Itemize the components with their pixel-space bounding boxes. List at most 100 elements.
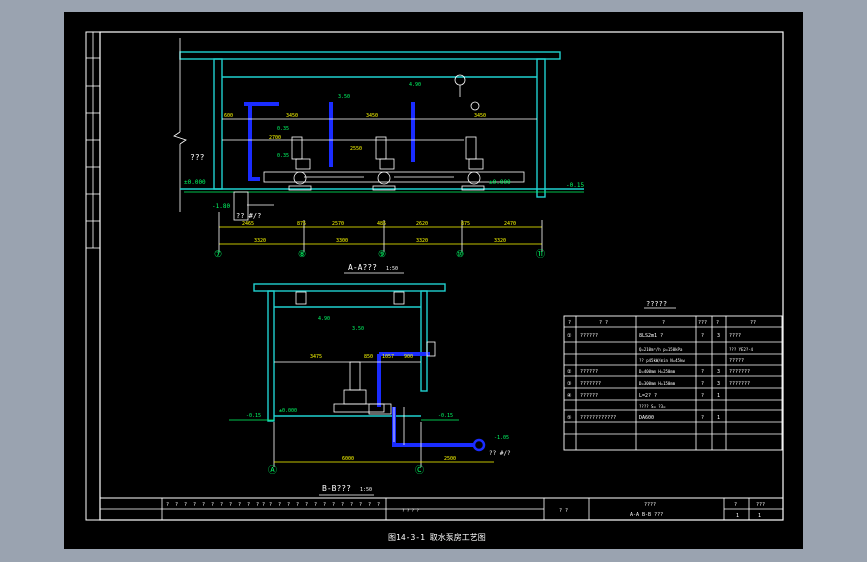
plan-axis-0: ⑦ [214, 250, 222, 260]
roof-slab [179, 51, 561, 60]
tb-cell-20: ? [350, 502, 353, 508]
tb-cell-3: ? [193, 502, 196, 508]
section-floor-elev: ±0.000 [279, 408, 297, 414]
plan-view [173, 38, 584, 274]
legend-row-1-note: ??? YE2?-4 [729, 347, 754, 352]
tb-cell-10: ? ? [256, 502, 265, 508]
plan-mid-dim-0: 2700 [269, 135, 281, 141]
section-bottom-dim-1: 2500 [444, 456, 456, 462]
tb-cell-16: ? [314, 502, 317, 508]
legend-row-7-spec: DA600 [639, 415, 654, 421]
section-left-elev: -0.15 [246, 413, 261, 419]
section-axis-1: Ⓒ [415, 465, 424, 476]
plan-mid-dim-1: 2550 [350, 146, 362, 152]
section-wall-left [267, 290, 275, 422]
tb-cell-2: ? [184, 502, 187, 508]
legend-row-3-note: ??????? [729, 369, 750, 375]
tb-sheet-b: 1 [736, 513, 739, 519]
plan-elev-label-0: 3.50 [338, 94, 350, 100]
legend-header-3: ??? [698, 320, 707, 326]
tb-cell-14: ? [296, 502, 299, 508]
legend-row-0-qty: 3 [717, 333, 720, 339]
tb-sheet-d-e: 1 [758, 513, 761, 519]
section-wall-right [420, 290, 428, 392]
break-symbol [173, 131, 187, 145]
plan-title: A-A??? [348, 263, 377, 272]
legend-row-4-unit: ? [701, 381, 704, 387]
legend-row-5-name: ?????? [580, 393, 598, 399]
legend-row-2-note: ????? [729, 358, 744, 364]
plan-bottom-dim1-1: 875 [297, 221, 306, 227]
plan-elev-label-2: 0.35 [277, 126, 289, 132]
plan-bottom-dim2-1: 3300 [336, 238, 348, 244]
plan-axis-1: ⑧ [298, 250, 306, 260]
tb-cell-15: ? [305, 502, 308, 508]
section-dim-1: 850 [364, 354, 373, 360]
legend-row-4-name: ??????? [580, 381, 601, 387]
legend-row-4-spec: D=300mm H=150mm [639, 381, 676, 386]
pipe-1 [248, 102, 260, 181]
plan-bottom-dim2-3: 3320 [494, 238, 506, 244]
tb-cell-17: ? [323, 502, 326, 508]
section-dim-0: 3475 [310, 354, 322, 360]
plan-elev-label-1: 4.90 [409, 82, 421, 88]
plan-top-dim-3: 3450 [474, 113, 486, 119]
legend-header-4: ? [716, 320, 719, 326]
figure-caption: 图14-3-1 取水泵房工艺图 [388, 532, 486, 542]
legend-row-0-note: ???? [729, 333, 741, 339]
legend-header-1: ? ? [599, 320, 608, 326]
tb-cell-22: ? [368, 502, 371, 508]
legend-row-6-spec: ???? S= ?3= [639, 404, 666, 409]
plan-bottom-dim1-5: 875 [461, 221, 470, 227]
section-dim-3: 900 [404, 354, 413, 360]
tb-cell-13: ? [287, 502, 290, 508]
legend-row-0-no: ① [567, 333, 572, 339]
section-mid-elev: 3.50 [352, 326, 364, 332]
legend-row-0-spec: 8LS2m1 ? [639, 333, 663, 339]
plan-tank-label: ?? #/? [236, 212, 261, 220]
tb-sheet-a: ? [734, 502, 737, 508]
tb-cell-12: ? [278, 502, 281, 508]
plan-pit-elev: -1.80 [212, 203, 230, 210]
legend-row-5-spec: L=2? ? [639, 393, 657, 399]
left-margin-strip [86, 32, 100, 249]
plan-bottom-dim1-4: 2620 [416, 221, 428, 227]
tb-sheet-c: ??? [756, 502, 765, 508]
legend-row-0-unit: ? [701, 333, 704, 339]
plan-bottom-dim1-0: 2465 [242, 221, 254, 227]
tb-design: ? ? ? ? [402, 508, 419, 513]
plan-top-dim-1: 3450 [286, 113, 298, 119]
tb-cell-7: ? [229, 502, 232, 508]
section-pipe-elev: -1.05 [494, 435, 509, 441]
plan-scale: 1:50 [386, 266, 398, 272]
tb-cell-11: ? [269, 502, 272, 508]
section-bottom-dim-0: 6000 [342, 456, 354, 462]
legend-row-5-unit: ? [701, 393, 704, 399]
tb-cell-18: ? [332, 502, 335, 508]
legend-row-7-no: ⑤ [567, 415, 572, 421]
plan-elev-label-3: 0.35 [277, 153, 289, 159]
legend-row-3-unit: ? [701, 369, 704, 375]
plan-bottom-dim1-2: 2570 [332, 221, 344, 227]
tb-cell-6: ? [220, 502, 223, 508]
legend-row-7-unit: ? [701, 415, 704, 421]
tb-cell-1: ? [175, 502, 178, 508]
section-pump [343, 389, 367, 405]
wall-left [213, 58, 223, 190]
plan-bottom-dim2-0: 3320 [254, 238, 266, 244]
plan-floor-elev-left: ±0.000 [184, 179, 206, 186]
tb-cell-5: ? [211, 502, 214, 508]
section-motor [349, 361, 361, 391]
cad-viewport[interactable]: ??? ±0.000 ±0.000 -0.15 -1.80 ?? #/? 600… [64, 12, 803, 549]
legend-row-1-spec: Q=210m³/h p=150kPa [639, 347, 683, 352]
plan-axis-3: ⑩ [456, 250, 464, 260]
plan-axis-2: ⑨ [378, 250, 386, 260]
plan-outside-elev: -0.15 [566, 182, 584, 189]
tb-cell-0: ? [166, 502, 169, 508]
section-title: B-B??? [322, 484, 351, 493]
tb-cell-23: ? [377, 502, 380, 508]
plan-axis-4: ⑪ [536, 249, 545, 260]
legend-row-5-no: ④ [567, 393, 572, 399]
tb-drawing-name: A-A B-B ??? [630, 512, 663, 518]
wall-right [536, 58, 546, 198]
